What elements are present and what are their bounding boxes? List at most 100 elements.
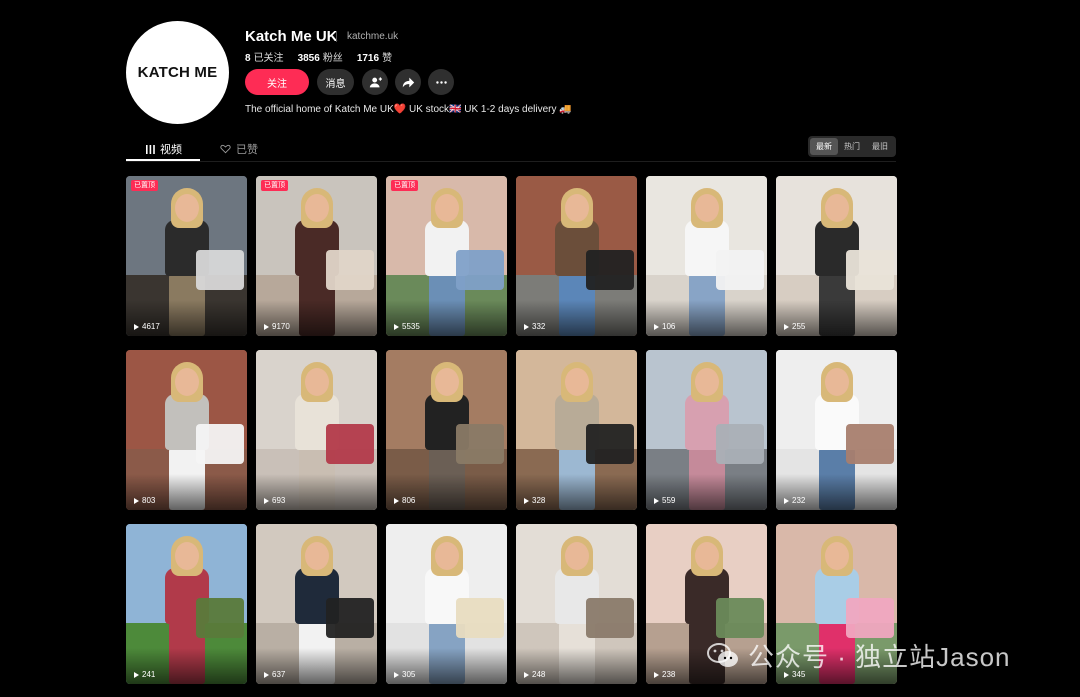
thumbnail-held-garment <box>846 598 895 638</box>
view-count: 232 <box>784 496 805 505</box>
thumbnail-held-garment <box>716 424 765 464</box>
thumbnail-held-garment <box>846 424 895 464</box>
view-count-value: 241 <box>142 670 156 679</box>
profile-bio: The official home of Katch Me UK❤️ UK st… <box>245 104 572 115</box>
play-icon <box>394 323 399 330</box>
view-count-value: 693 <box>272 496 286 505</box>
thumbnail-figure-head <box>694 542 719 570</box>
sort-toggle: 最新 热门 最旧 <box>808 136 896 157</box>
view-count: 559 <box>654 496 675 505</box>
followers-count: 3856 <box>297 53 320 64</box>
video-tile[interactable]: 255 <box>776 176 897 336</box>
thumbnail-held-garment <box>326 250 375 290</box>
liked-lock-icon <box>220 144 231 154</box>
thumbnail-figure-head <box>434 194 459 222</box>
view-count-value: 332 <box>532 322 546 331</box>
pinned-badge: 已置顶 <box>391 180 418 191</box>
video-tile[interactable]: 已置顶 4617 <box>126 176 247 336</box>
thumbnail-held-garment <box>456 424 505 464</box>
video-tile[interactable]: 328 <box>516 350 637 510</box>
video-tile[interactable]: 241 <box>126 524 247 684</box>
view-count: 806 <box>394 496 415 505</box>
thumbnail-held-garment <box>456 250 505 290</box>
thumbnail-held-garment <box>196 424 245 464</box>
play-icon <box>394 497 399 504</box>
video-tile[interactable]: 559 <box>646 350 767 510</box>
play-icon <box>134 671 139 678</box>
thumbnail-figure-head <box>174 368 199 396</box>
view-count: 328 <box>524 496 545 505</box>
pinned-badge: 已置顶 <box>261 180 288 191</box>
thumbnail-figure-head <box>174 542 199 570</box>
message-button[interactable]: 消息 <box>317 69 354 95</box>
thumbnail-figure-head <box>824 194 849 222</box>
play-icon <box>134 323 139 330</box>
thumbnail-figure-head <box>304 542 329 570</box>
following-stat[interactable]: 8 已关注 <box>245 49 284 64</box>
video-tile[interactable]: 806 <box>386 350 507 510</box>
thumbnail-figure-head <box>434 542 459 570</box>
view-count-value: 328 <box>532 496 546 505</box>
sort-oldest[interactable]: 最旧 <box>866 138 894 155</box>
play-icon <box>264 671 269 678</box>
share-button[interactable] <box>395 69 421 95</box>
view-count-value: 232 <box>792 496 806 505</box>
video-tile[interactable]: 已置顶 5535 <box>386 176 507 336</box>
thumbnail-figure-head <box>564 194 589 222</box>
following-label: 已关注 <box>253 53 284 64</box>
thumbnail-figure-head <box>564 368 589 396</box>
thumbnail-figure-head <box>824 368 849 396</box>
video-tile[interactable]: 232 <box>776 350 897 510</box>
add-friend-button[interactable] <box>362 69 388 95</box>
thumbnail-figure-head <box>564 542 589 570</box>
view-count-value: 5535 <box>402 322 420 331</box>
pinned-badge: 已置顶 <box>131 180 158 191</box>
video-tile[interactable]: 已置顶 9170 <box>256 176 377 336</box>
profile-handle: katchme.uk <box>347 31 399 42</box>
video-tile[interactable]: 305 <box>386 524 507 684</box>
tab-videos[interactable]: 视频 <box>146 141 182 157</box>
view-count-value: 803 <box>142 496 156 505</box>
thumbnail-held-garment <box>326 598 375 638</box>
thumbnail-held-garment <box>586 424 635 464</box>
wechat-watermark: 公众号 · 独立站Jason <box>706 637 1011 674</box>
view-count: 255 <box>784 322 805 331</box>
video-tile[interactable]: 106 <box>646 176 767 336</box>
view-count: 305 <box>394 670 415 679</box>
video-tile[interactable]: 332 <box>516 176 637 336</box>
profile-stats: 8 已关注 3856 粉丝 1716 赞 <box>245 49 392 64</box>
tab-liked[interactable]: 已赞 <box>220 141 258 157</box>
thumbnail-figure-head <box>434 368 459 396</box>
view-count-value: 238 <box>662 670 676 679</box>
play-icon <box>134 497 139 504</box>
likes-count: 1716 <box>356 53 380 64</box>
video-tile[interactable]: 693 <box>256 350 377 510</box>
play-icon <box>524 497 529 504</box>
video-tile[interactable]: 637 <box>256 524 377 684</box>
sort-latest[interactable]: 最新 <box>810 138 838 155</box>
thumbnail-held-garment <box>196 250 245 290</box>
name-separator <box>336 31 337 42</box>
sort-popular[interactable]: 热门 <box>838 138 866 155</box>
video-tile[interactable]: 248 <box>516 524 637 684</box>
video-tile[interactable]: 803 <box>126 350 247 510</box>
play-icon <box>394 671 399 678</box>
view-count: 637 <box>264 670 285 679</box>
follow-button[interactable]: 关注 <box>245 69 309 95</box>
followers-label: 粉丝 <box>322 53 343 64</box>
share-arrow-icon <box>402 77 414 87</box>
view-count: 803 <box>134 496 155 505</box>
view-count: 693 <box>264 496 285 505</box>
thumbnail-held-garment <box>716 250 765 290</box>
view-count-value: 255 <box>792 322 806 331</box>
play-icon <box>264 323 269 330</box>
play-icon <box>784 497 789 504</box>
view-count-value: 305 <box>402 670 416 679</box>
profile-avatar[interactable]: KATCH ME <box>126 21 229 124</box>
view-count: 241 <box>134 670 155 679</box>
thumbnail-held-garment <box>846 250 895 290</box>
followers-stat[interactable]: 3856 粉丝 <box>298 49 343 64</box>
play-icon <box>654 323 659 330</box>
thumbnail-held-garment <box>326 424 375 464</box>
more-button[interactable] <box>428 69 454 95</box>
